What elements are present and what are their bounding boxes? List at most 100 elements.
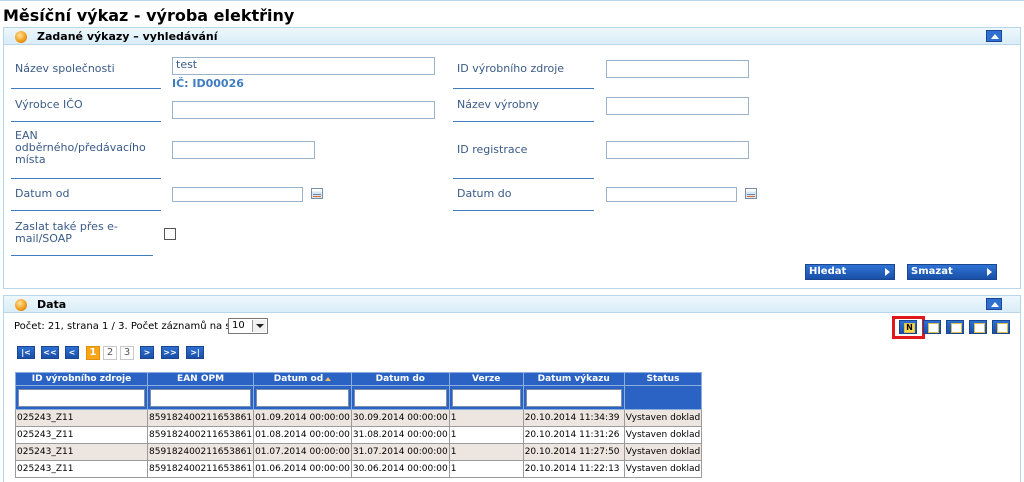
table-cell: 859182400211653861: [146, 460, 255, 478]
print-icon[interactable]: [992, 320, 1010, 334]
producer-ico-label: Výrobce IČO: [15, 98, 83, 111]
page-3-button[interactable]: 3: [120, 346, 134, 360]
table-cell: 20.10.2014 11:31:26: [522, 426, 625, 444]
divider: [453, 178, 594, 179]
filter-input[interactable]: [150, 388, 252, 407]
table-header-row: ID výrobního zdroje EAN OPM Datum od Dat…: [15, 372, 703, 386]
page-1-button[interactable]: 1: [86, 346, 100, 360]
column-header[interactable]: Status: [623, 372, 703, 386]
company-name-input[interactable]: test: [172, 57, 435, 75]
table-cell: 20.10.2014 11:27:50: [522, 443, 625, 461]
source-id-input[interactable]: [606, 60, 749, 78]
filter-input[interactable]: [353, 388, 447, 407]
data-panel-title: Data: [37, 298, 67, 311]
page-size-select[interactable]: 10: [228, 318, 268, 334]
filter-cell: [146, 385, 255, 410]
sort-asc-icon: [325, 376, 332, 381]
column-header[interactable]: ID výrobního zdroje: [15, 372, 148, 386]
last-page-button[interactable]: >|: [186, 346, 204, 359]
edit-icon[interactable]: [923, 320, 941, 334]
table-row[interactable]: 025243_Z11 859182400211653861 01.09.2014…: [15, 409, 703, 427]
table-cell: 1: [448, 460, 524, 478]
filter-input[interactable]: [256, 388, 349, 407]
table-cell: 01.09.2014 00:00:00: [253, 409, 352, 427]
collapse-up-icon[interactable]: [986, 30, 1002, 42]
table-cell: 859182400211653861: [146, 443, 255, 461]
column-header[interactable]: Verze: [448, 372, 524, 386]
table-cell: 20.10.2014 11:34:39: [522, 409, 625, 427]
send-email-checkbox[interactable]: [164, 228, 176, 240]
panel-bullet-icon: [15, 31, 27, 43]
divider: [453, 210, 594, 211]
table-cell: Vystaven doklad: [623, 409, 703, 427]
page-size-value: 10: [232, 320, 245, 331]
divider: [453, 121, 594, 122]
table-cell: 859182400211653861: [146, 426, 255, 444]
prev-many-button[interactable]: <<: [41, 346, 59, 359]
clear-button[interactable]: Smazat: [907, 264, 997, 280]
table-row[interactable]: 025243_Z11 859182400211653861 01.06.2014…: [15, 460, 703, 478]
data-panel: Data Počet: 21, strana 1 / 3. Počet zázn…: [3, 295, 1021, 482]
search-button-label: Hledat: [809, 266, 847, 277]
divider: [11, 210, 161, 211]
table-cell: 01.06.2014 00:00:00: [253, 460, 352, 478]
filter-cell: [253, 385, 352, 410]
divider: [11, 121, 161, 122]
producer-ico-input[interactable]: [172, 101, 435, 119]
plant-name-input[interactable]: [606, 97, 749, 115]
first-page-button[interactable]: |<: [17, 346, 35, 359]
date-to-input[interactable]: [606, 187, 737, 202]
registration-id-label: ID registrace: [457, 143, 528, 156]
calendar-icon[interactable]: [311, 188, 323, 199]
company-name-label: Název společnosti: [15, 62, 115, 75]
column-header[interactable]: Datum výkazu: [522, 372, 625, 386]
date-from-input[interactable]: [172, 187, 303, 202]
export-icon[interactable]: [969, 320, 987, 334]
table-cell: 20.10.2014 11:22:13: [522, 460, 625, 478]
table-row[interactable]: 025243_Z11 859182400211653861 01.07.2014…: [15, 443, 703, 461]
delete-icon[interactable]: [946, 320, 964, 334]
search-panel-header: Zadané výkazy – vyhledávání: [4, 28, 1020, 45]
registration-id-input[interactable]: [606, 141, 749, 159]
divider: [11, 255, 153, 256]
table-cell: 1: [448, 443, 524, 461]
date-from-label: Datum od: [15, 187, 70, 200]
data-panel-header: Data: [4, 296, 1020, 313]
table-cell: 30.09.2014 00:00:00: [350, 409, 450, 427]
panel-bullet-icon: [15, 299, 27, 311]
next-many-button[interactable]: >>: [161, 346, 179, 359]
column-header-label: Datum od: [273, 374, 324, 384]
arrow-right-icon: [885, 268, 890, 276]
divider: [11, 178, 161, 179]
filter-input[interactable]: [18, 388, 145, 407]
divider: [453, 88, 594, 89]
plant-name-label: Název výrobny: [457, 98, 540, 111]
arrow-right-icon: [987, 268, 992, 276]
table-cell: 01.08.2014 00:00:00: [253, 426, 352, 444]
search-button[interactable]: Hledat: [805, 264, 895, 280]
table-cell: 025243_Z11: [15, 460, 148, 478]
column-header[interactable]: Datum do: [350, 372, 450, 386]
table-row[interactable]: 025243_Z11 859182400211653861 01.08.2014…: [15, 426, 703, 444]
filter-cell: [448, 385, 524, 410]
page-2-button[interactable]: 2: [103, 346, 117, 360]
ean-input[interactable]: [172, 141, 315, 159]
filter-input[interactable]: [451, 388, 521, 407]
collapse-up-icon[interactable]: [986, 298, 1002, 310]
page-title: Měsíční výkaz - výroba elektřiny: [3, 6, 295, 25]
filter-input[interactable]: [525, 388, 622, 407]
table-cell: Vystaven doklad: [623, 426, 703, 444]
prev-page-button[interactable]: <: [65, 346, 79, 359]
table-cell: 859182400211653861: [146, 409, 255, 427]
source-id-label: ID výrobního zdroje: [457, 62, 565, 75]
next-page-button[interactable]: >: [140, 346, 154, 359]
column-header[interactable]: Datum od: [253, 372, 352, 386]
table-cell: Vystaven doklad: [623, 460, 703, 478]
column-header[interactable]: EAN OPM: [146, 372, 255, 386]
table-cell: 31.07.2014 00:00:00: [350, 443, 450, 461]
table-cell: Vystaven doklad: [623, 443, 703, 461]
table-cell: 01.07.2014 00:00:00: [253, 443, 352, 461]
chevron-down-icon: [252, 320, 266, 332]
data-table: ID výrobního zdroje EAN OPM Datum od Dat…: [15, 372, 703, 478]
calendar-icon[interactable]: [745, 188, 757, 199]
